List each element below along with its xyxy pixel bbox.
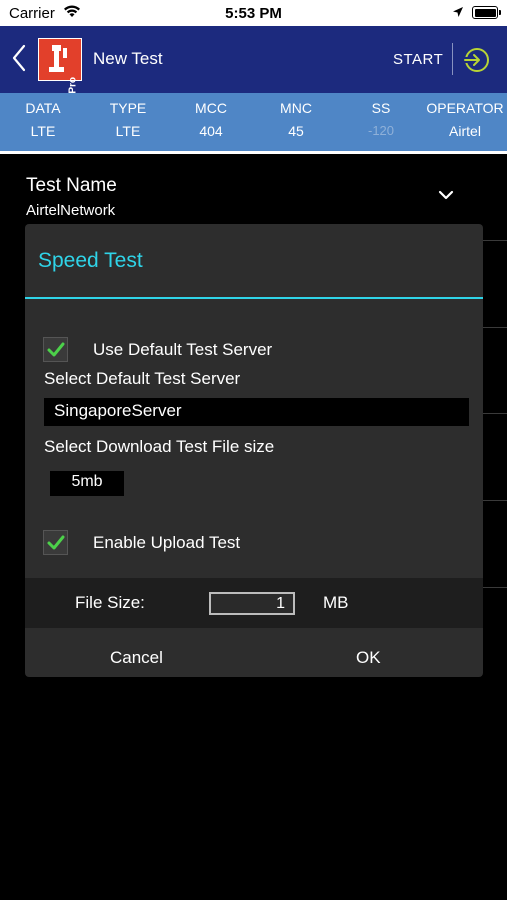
info-col-ss: SS -120 [351, 93, 411, 151]
start-button[interactable]: START [393, 51, 443, 68]
ok-button[interactable]: OK [356, 648, 381, 668]
info-header: OPERATOR [426, 100, 504, 116]
info-col-mnc: MNC 45 [266, 93, 326, 151]
info-col-data: DATA LTE [13, 93, 73, 151]
app-logo-icon: Pro [38, 38, 82, 94]
info-col-operator: OPERATOR Airtel [424, 93, 506, 151]
cancel-button[interactable]: Cancel [110, 648, 163, 668]
checkmark-icon [47, 342, 65, 357]
info-header: MCC [195, 100, 227, 116]
info-value: 404 [199, 123, 223, 139]
info-value: LTE [30, 123, 56, 139]
enable-upload-label: Enable Upload Test [93, 533, 241, 552]
info-header: TYPE [109, 100, 147, 116]
battery-icon [472, 6, 501, 19]
select-server-label: Select Default Test Server [44, 369, 241, 388]
nav-divider [452, 43, 453, 75]
info-value: Airtel [449, 123, 481, 139]
logo-badge: Pro [68, 77, 79, 94]
network-info-bar: DATA LTE TYPE LTE MCC 404 MNC 45 SS -120… [0, 93, 507, 151]
enter-icon[interactable] [462, 46, 490, 74]
info-col-mcc: MCC 404 [181, 93, 241, 151]
use-default-server-label: Use Default Test Server [93, 340, 273, 359]
info-value: 45 [288, 123, 304, 139]
page-title: New Test [93, 49, 163, 68]
speed-test-dialog: Speed Test Use Default Test Server Selec… [25, 224, 483, 677]
dialog-title: Speed Test [38, 249, 143, 272]
checkmark-icon [47, 535, 65, 550]
info-col-type: TYPE LTE [98, 93, 158, 151]
info-bar-underline [0, 151, 507, 154]
location-arrow-icon [452, 5, 464, 22]
dialog-title-rule [25, 297, 483, 299]
file-size-select[interactable]: 5mb [50, 471, 124, 496]
file-size-label: File Size: [75, 593, 145, 612]
enable-upload-checkbox[interactable] [43, 530, 68, 555]
use-default-server-checkbox[interactable] [43, 337, 68, 362]
info-header: MNC [280, 100, 312, 116]
back-chevron-icon[interactable] [10, 44, 28, 72]
info-header: SS [371, 100, 391, 116]
nav-bar: Pro New Test START [0, 26, 507, 94]
info-header: DATA [25, 100, 61, 116]
status-bar: Carrier 5:53 PM [0, 0, 507, 26]
upload-size-row: File Size: 1 MB [25, 578, 483, 628]
chevron-down-icon[interactable] [436, 188, 456, 202]
clock: 5:53 PM [225, 5, 282, 22]
server-input[interactable]: SingaporeServer [44, 398, 469, 426]
info-value: -120 [367, 123, 395, 138]
file-size-unit: MB [323, 593, 349, 612]
info-value: LTE [115, 123, 141, 139]
test-name-value[interactable]: AirtelNetwork [26, 202, 115, 219]
select-size-label: Select Download Test File size [44, 437, 275, 456]
test-name-label: Test Name [26, 175, 117, 196]
upload-file-size-input[interactable]: 1 [209, 592, 295, 615]
